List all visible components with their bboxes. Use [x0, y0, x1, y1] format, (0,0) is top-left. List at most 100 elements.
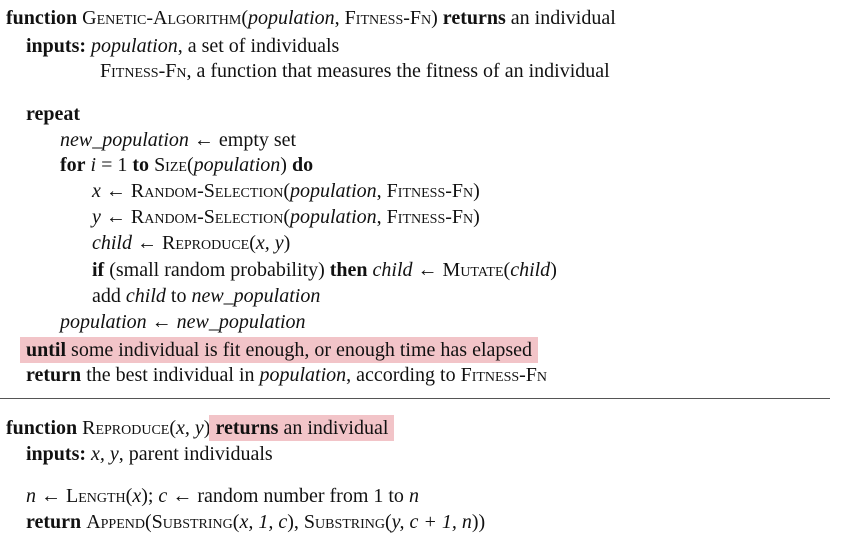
var-new-population: new_population [191, 285, 321, 307]
var-n: n [408, 485, 419, 507]
args-x-y: x, y [255, 232, 284, 254]
for-close: ) [280, 154, 292, 176]
algo1-inputs-line1: inputs: population, a set of individuals [26, 34, 339, 58]
algo1-child-line: child ← Reproduce(x, y) [92, 231, 290, 255]
substring-sep: ), [287, 511, 304, 533]
keyword-returns: returns [442, 7, 506, 29]
var-n: n [26, 485, 36, 507]
assign-arrow: ← [36, 485, 66, 507]
algo1-x-line: x ← Random-Selection(population, Fitness… [92, 179, 480, 203]
input-fitness-fn: Fitness-Fn [100, 60, 187, 82]
param-population: population [247, 7, 335, 29]
arg-child: child [510, 259, 551, 281]
call-close: ) [473, 206, 480, 228]
assign-arrow: ← [132, 232, 162, 254]
algo2-signature: function Reproduce(x, y) returns an indi… [6, 415, 395, 441]
assign-empty-set: ← empty set [188, 129, 297, 151]
fn-random-selection: Random-Selection( [130, 206, 290, 228]
input-desc: , parent individuals [118, 443, 273, 465]
returns-tail: an individual [278, 417, 389, 439]
var-population: population [60, 311, 147, 333]
input-population: population [91, 35, 178, 57]
keyword-return: return [26, 364, 82, 386]
param-fitness-fn: Fitness-Fn [344, 7, 432, 29]
until-condition: some individual is fit enough, or enough… [66, 339, 533, 361]
algo1-inputs-line2: Fitness-Fn, a function that measures the… [100, 59, 610, 83]
call-close: ) [550, 259, 557, 281]
algo1-signature: function Genetic-Algorithm(population, F… [6, 6, 616, 30]
keyword-inputs: inputs: [26, 35, 87, 57]
keyword-function: function [6, 417, 78, 439]
keyword-for: for [60, 154, 86, 176]
var-i: i [85, 154, 102, 176]
random-text: random number from 1 to [197, 485, 409, 507]
substring-args-2: y, c + 1, n [391, 511, 472, 533]
fn-substring: Substring( [151, 511, 240, 533]
algo1-y-line: y ← Random-Selection(population, Fitness… [92, 205, 480, 229]
keyword-if: if [92, 259, 105, 281]
keyword-function: function [6, 7, 78, 29]
fn-length: Length( [66, 485, 133, 507]
call-close: ) [283, 232, 291, 254]
algo1-popassign-line: population ← new_population [60, 310, 306, 334]
var-child: child [92, 232, 132, 254]
fn-substring: Substring( [303, 511, 392, 533]
var-y: y [92, 206, 101, 228]
algo2-inputs-line: inputs: x, y, parent individuals [26, 442, 273, 466]
var-child: child [367, 259, 413, 281]
var-population: population [259, 364, 347, 386]
var-child: child [125, 285, 166, 307]
return-close: )) [471, 511, 486, 533]
algo1-repeat: repeat [26, 102, 80, 126]
keyword-to: to [132, 154, 150, 176]
input-vars-x-y: x, y [91, 443, 119, 465]
var-c: c [158, 485, 168, 507]
keyword-then: then [329, 259, 368, 281]
fn-mutate: Mutate( [442, 259, 511, 281]
arg-fitness-fn: Fitness-Fn [386, 180, 474, 202]
algo1-return-line: return the best individual in population… [26, 363, 547, 387]
algo1-until-line: until some individual is fit enough, or … [20, 337, 539, 363]
var-x: x [92, 180, 101, 202]
arg-population: population [193, 154, 281, 176]
until-highlight: until some individual is fit enough, or … [20, 337, 539, 363]
algo1-for-line: for i = 1 to Size(population) do [60, 153, 313, 177]
arg-separator: , [376, 180, 387, 202]
returns-tail: an individual [505, 7, 616, 29]
returns-highlight: returns an individual [209, 415, 395, 441]
algo1-if-line: if (small random probability) then child… [92, 258, 557, 282]
add-to-text: to [165, 285, 192, 307]
algo1-name: Genetic-Algorithm( [82, 7, 248, 29]
fn-fitness-fn: Fitness-Fn [460, 364, 548, 386]
fn-size: Size( [149, 154, 194, 176]
arg-x: x [132, 485, 142, 507]
arg-population: population [290, 206, 377, 228]
call-close: ) [473, 180, 480, 202]
keyword-return: return [26, 511, 82, 533]
fn-append: Append( [86, 511, 152, 533]
keyword-do: do [291, 154, 314, 176]
assign-arrow: ← [100, 180, 131, 202]
keyword-returns: returns [215, 417, 279, 439]
algo2-return-line: return Append(Substring(x, 1, c), Substr… [26, 510, 485, 534]
keyword-until: until [26, 339, 67, 361]
keyword-inputs: inputs: [26, 443, 87, 465]
substring-args-1: x, 1, c [239, 511, 288, 533]
add-text: add [92, 285, 126, 307]
arg-population: population [290, 180, 377, 202]
param-close: ) [431, 7, 438, 29]
assign-arrow: ← [167, 485, 198, 507]
assign-arrow: ← [146, 311, 177, 333]
assign-arrow: ← [412, 259, 443, 281]
algo1-newpop-line: new_population ← empty set [60, 128, 296, 152]
args-x-y: x, y [176, 417, 204, 439]
for-init: = 1 [101, 154, 133, 176]
section-divider [0, 398, 830, 399]
input-fitness-fn-desc: , a function that measures the fitness o… [186, 60, 610, 82]
param-separator: , [334, 7, 345, 29]
keyword-repeat: repeat [26, 103, 81, 125]
fn-reproduce: Reproduce( [162, 232, 256, 254]
fn-random-selection: Random-Selection( [130, 180, 290, 202]
return-text: the best individual in [81, 364, 260, 386]
if-condition: (small random probability) [104, 259, 330, 281]
